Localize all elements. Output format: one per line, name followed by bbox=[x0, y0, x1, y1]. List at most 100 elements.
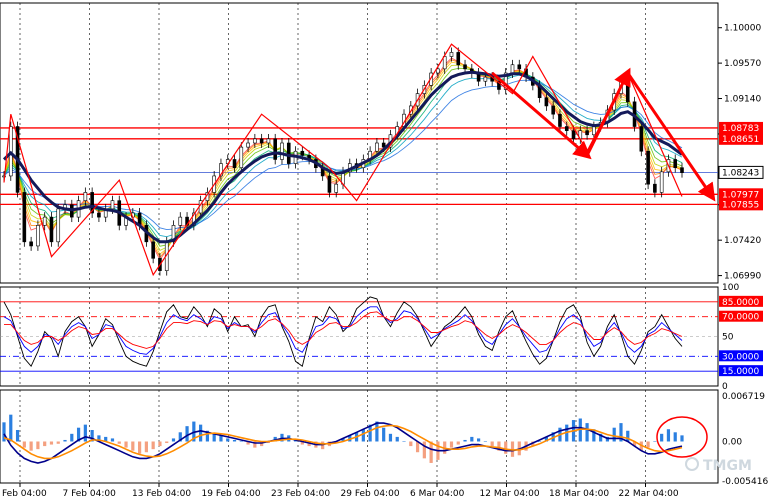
macd-histogram-bar bbox=[171, 438, 176, 442]
macd-histogram-bar bbox=[117, 441, 121, 444]
candle-body bbox=[442, 56, 447, 70]
candle-body bbox=[625, 80, 630, 103]
macd-histogram-bar bbox=[660, 433, 664, 442]
candle-body bbox=[436, 68, 440, 74]
macd-histogram-bar bbox=[131, 441, 135, 451]
macd-histogram-bar bbox=[151, 441, 155, 450]
candle-body bbox=[571, 130, 576, 140]
macd-histogram-bar bbox=[382, 427, 386, 442]
candle-body bbox=[564, 126, 569, 131]
time-tick-label: 12 Mar 04:00 bbox=[480, 489, 540, 499]
price-level-label: 1.07855 bbox=[722, 200, 759, 210]
macd-histogram-bar bbox=[361, 429, 365, 442]
macd-histogram-bar bbox=[653, 441, 657, 442]
candle-body bbox=[449, 52, 454, 57]
macd-histogram-bar bbox=[395, 436, 399, 442]
candle-body bbox=[300, 150, 305, 156]
price-panel: 1.100001.095701.091401.087101.082801.078… bbox=[0, 2, 764, 284]
candle-body bbox=[286, 142, 291, 164]
candle-body bbox=[653, 183, 657, 193]
macd-histogram-bar bbox=[470, 436, 474, 442]
candle-body bbox=[280, 142, 284, 160]
price-level-label: 1.08243 bbox=[722, 168, 759, 178]
candle-body bbox=[463, 64, 467, 70]
candle-body bbox=[483, 76, 488, 82]
macd-histogram-bar bbox=[165, 441, 169, 444]
candle-body bbox=[178, 216, 183, 226]
macd-histogram-bar bbox=[429, 441, 433, 463]
candle-body bbox=[253, 138, 257, 144]
candle-body bbox=[259, 138, 264, 144]
price-tick-label: 1.07420 bbox=[724, 236, 761, 246]
macd-histogram-bar bbox=[646, 441, 650, 448]
oscillator-level-label: 30.0000 bbox=[722, 352, 759, 362]
macd-histogram-bar bbox=[456, 441, 460, 445]
macd-histogram-bar bbox=[9, 414, 13, 442]
candle-body bbox=[232, 159, 237, 169]
candle-body bbox=[510, 64, 515, 74]
time-tick-label: 19 Feb 04:00 bbox=[202, 489, 261, 499]
macd-histogram-bar bbox=[15, 429, 20, 442]
candle-body bbox=[680, 167, 684, 173]
macd-histogram-bar bbox=[138, 441, 142, 454]
oscillator-panel: 100 50 0 85.0000 70.0000 30.0000 15.0000 bbox=[0, 283, 763, 392]
candle-body bbox=[246, 142, 250, 148]
candle-body bbox=[273, 138, 278, 160]
oscillator-tick-label: 0 bbox=[722, 382, 728, 392]
candle-body bbox=[673, 159, 678, 169]
candle-body bbox=[375, 142, 379, 152]
oscillator-tick-label: 50 bbox=[722, 333, 734, 343]
macd-histogram-bar bbox=[680, 435, 684, 442]
macd-histogram-bar bbox=[483, 441, 487, 442]
candle-body bbox=[56, 208, 61, 243]
macd-histogram-bar bbox=[70, 433, 74, 442]
time-tick-label: 22 Mar 04:00 bbox=[619, 489, 679, 499]
macd-histogram-bar bbox=[185, 426, 189, 442]
oscillator-level-label: 85.0000 bbox=[722, 298, 759, 308]
candle-body bbox=[22, 192, 27, 243]
macd-histogram-bar bbox=[375, 421, 379, 442]
time-tick-label: 7 Feb 04:00 bbox=[63, 489, 117, 499]
price-tick-label: 1.06990 bbox=[724, 272, 761, 282]
macd-histogram-bar bbox=[49, 441, 54, 445]
macd-histogram-bar bbox=[585, 423, 589, 442]
candle-body bbox=[646, 150, 650, 185]
macd-histogram-bar bbox=[538, 441, 542, 442]
macd-histogram-bar bbox=[449, 441, 454, 448]
oscillator-level-label: 15.0000 bbox=[722, 367, 759, 377]
candle-body bbox=[659, 171, 664, 193]
candle-body bbox=[327, 175, 332, 193]
candle-body bbox=[585, 130, 589, 136]
macd-histogram-bar bbox=[388, 433, 393, 442]
candle-body bbox=[517, 64, 522, 70]
macd-histogram-bar bbox=[463, 439, 467, 442]
candle-body bbox=[29, 241, 33, 247]
macd-histogram-bar bbox=[110, 438, 115, 442]
price-level-label: 1.08783 bbox=[722, 124, 759, 134]
price-tick-label: 1.09140 bbox=[724, 95, 761, 105]
time-axis: Feb 04:00 7 Feb 04:00 13 Feb 04:00 19 Feb 0… bbox=[2, 483, 679, 499]
macd-histogram-bar bbox=[29, 441, 33, 451]
panel-frame bbox=[0, 2, 719, 284]
trading-chart-window: 1.100001.095701.091401.087101.082801.078… bbox=[0, 0, 770, 500]
macd-histogram-bar bbox=[43, 441, 47, 447]
macd-histogram-bar bbox=[83, 424, 87, 442]
candle-body bbox=[110, 200, 115, 210]
time-tick-label: Feb 04:00 bbox=[2, 489, 47, 499]
macd-tick-label: -0.005416 bbox=[722, 477, 768, 487]
macd-histogram-bar bbox=[477, 438, 481, 442]
macd-histogram-bar bbox=[56, 441, 60, 444]
candle-body bbox=[551, 105, 555, 115]
macd-histogram-bar bbox=[158, 441, 162, 447]
macd-tick-label: 0.006719 bbox=[722, 392, 765, 402]
macd-histogram-bar bbox=[199, 424, 203, 442]
oscillator-tick-label: 100 bbox=[722, 283, 739, 293]
macd-histogram-bar bbox=[124, 441, 128, 448]
time-tick-label: 6 Mar 04:00 bbox=[410, 489, 465, 499]
macd-histogram-bar bbox=[144, 441, 148, 453]
candle-body bbox=[97, 212, 101, 218]
macd-histogram-bar bbox=[402, 441, 406, 442]
macd-histogram-bar bbox=[666, 429, 671, 442]
macd-histogram-bar bbox=[239, 441, 243, 442]
price-tick-label: 1.10000 bbox=[724, 24, 761, 34]
